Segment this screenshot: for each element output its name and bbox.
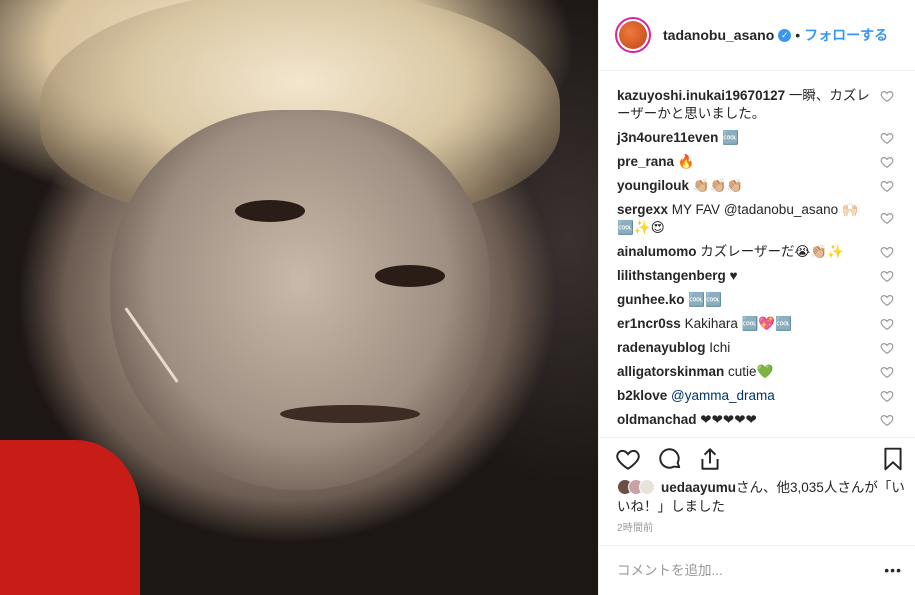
- comment-item: pre_rana 🔥: [617, 153, 915, 171]
- post-sidebar: tadanobu_asano ✓ • フォローする kazuyoshi.inuk…: [598, 0, 915, 595]
- author-username[interactable]: tadanobu_asano: [663, 27, 774, 43]
- heart-icon[interactable]: [615, 446, 641, 472]
- comment-text: Ichi: [705, 340, 731, 355]
- comment-username[interactable]: radenayublog: [617, 340, 706, 355]
- comment-like-heart-icon[interactable]: [880, 365, 894, 379]
- comment-item: b2klove @yamma_drama: [617, 387, 915, 405]
- comment-item: j3n4oure11even 🆒: [617, 129, 915, 147]
- share-icon[interactable]: [697, 446, 723, 472]
- liker-avatar: [639, 479, 655, 495]
- comment-username[interactable]: sergexx: [617, 202, 668, 217]
- follow-button[interactable]: フォローする: [804, 25, 888, 45]
- comment-username[interactable]: ainalumomo: [617, 244, 697, 259]
- comment-icon[interactable]: [657, 446, 683, 472]
- comment-item: lilithstangenberg ♥: [617, 267, 915, 285]
- comment-like-heart-icon[interactable]: [880, 179, 894, 193]
- comment-username[interactable]: youngilouk: [617, 178, 689, 193]
- comment-text: 🆒🆒: [684, 292, 722, 307]
- comment-item: kazuyoshi.inukai19670127 一瞬、カズレーザーかと思いまし…: [617, 87, 915, 123]
- photo-mouth: [280, 405, 420, 423]
- bookmark-icon[interactable]: [880, 446, 906, 472]
- likes-username[interactable]: uedaayumu: [661, 480, 736, 495]
- likes-summary: uedaayumuさん、他3,035人さんが「いいね！」しました: [617, 478, 907, 516]
- comment-item: sergexx MY FAV @tadanobu_asano 🙌🏻🆒✨😍: [617, 201, 915, 237]
- comment-username[interactable]: j3n4oure11even: [617, 130, 718, 145]
- post-photo: [0, 0, 598, 595]
- more-options-icon[interactable]: •••: [884, 562, 902, 578]
- photo-eye-left: [235, 200, 305, 222]
- add-comment-bar: •••: [599, 545, 915, 595]
- comment-like-heart-icon[interactable]: [880, 341, 894, 355]
- comment-username[interactable]: alligatorskinman: [617, 364, 724, 379]
- comment-username[interactable]: gunhee.ko: [617, 292, 685, 307]
- comment-text: 🆒: [718, 130, 739, 145]
- comment-text: カズレーザーだ😭👏🏼✨: [696, 244, 844, 259]
- comment-like-heart-icon[interactable]: [880, 155, 894, 169]
- author-avatar-image: [619, 21, 647, 49]
- comment-username[interactable]: pre_rana: [617, 154, 674, 169]
- comment-like-heart-icon[interactable]: [880, 293, 894, 307]
- comment-item: ainalumomo カズレーザーだ😭👏🏼✨: [617, 243, 915, 261]
- comment-like-heart-icon[interactable]: [880, 89, 894, 103]
- verified-badge-icon: ✓: [778, 28, 792, 42]
- comment-list: kazuyoshi.inukai19670127 一瞬、カズレーザーかと思いまし…: [599, 71, 915, 435]
- comment-item: oldmanchad ❤❤❤❤❤: [617, 411, 915, 429]
- comment-text: ♥: [725, 268, 738, 283]
- comment-text: @yamma_drama: [667, 388, 775, 403]
- comment-username[interactable]: kazuyoshi.inukai19670127: [617, 88, 785, 103]
- comment-item: alligatorskinman cutie💚: [617, 363, 915, 381]
- comment-text: 👏🏼👏🏼👏🏼: [689, 178, 744, 193]
- comment-username[interactable]: lilithstangenberg: [617, 268, 726, 283]
- comment-input[interactable]: [617, 563, 857, 578]
- comment-like-heart-icon[interactable]: [880, 131, 894, 145]
- comment-text: 🔥: [674, 154, 695, 169]
- comment-username[interactable]: oldmanchad: [617, 412, 697, 427]
- separator-dot: •: [795, 27, 801, 43]
- photo-red-shirt: [0, 440, 140, 595]
- comment-like-heart-icon[interactable]: [880, 211, 894, 225]
- comment-like-heart-icon[interactable]: [880, 413, 894, 427]
- comment-item: er1ncr0ss Kakihara 🆒💖🆒: [617, 315, 915, 333]
- comment-like-heart-icon[interactable]: [880, 245, 894, 259]
- photo-eye-right: [375, 265, 445, 287]
- post-header: tadanobu_asano ✓ • フォローする: [599, 0, 915, 71]
- comment-item: radenayublog Ichi: [617, 339, 915, 357]
- comment-like-heart-icon[interactable]: [880, 389, 894, 403]
- comment-like-heart-icon[interactable]: [880, 269, 894, 283]
- comment-text: Kakihara 🆒💖🆒: [680, 316, 793, 331]
- comment-text: ❤❤❤❤❤: [696, 412, 757, 427]
- post-timestamp[interactable]: 2時間前: [617, 519, 653, 534]
- post-action-bar: [599, 437, 915, 477]
- comment-item: youngilouk 👏🏼👏🏼👏🏼: [617, 177, 915, 195]
- comment-item: gunhee.ko 🆒🆒: [617, 291, 915, 309]
- comment-like-heart-icon[interactable]: [880, 317, 894, 331]
- photo-face: [110, 110, 490, 490]
- comment-text: cutie💚: [724, 364, 774, 379]
- author-avatar[interactable]: [615, 17, 651, 53]
- comment-username[interactable]: er1ncr0ss: [617, 316, 681, 331]
- comment-username[interactable]: b2klove: [617, 388, 667, 403]
